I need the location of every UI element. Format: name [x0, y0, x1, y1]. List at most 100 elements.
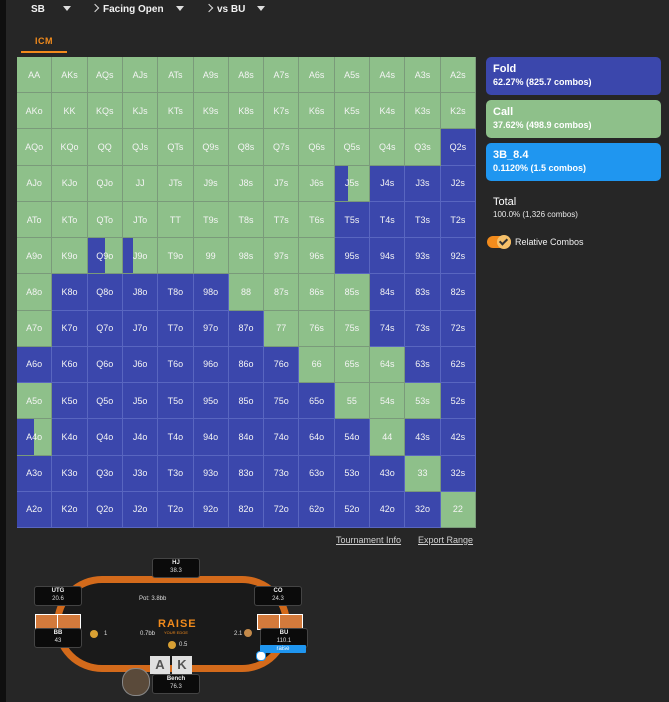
- hand-cell[interactable]: K9o: [52, 238, 88, 275]
- seat-bb[interactable]: BB 43: [34, 628, 82, 648]
- hand-cell[interactable]: K6o: [52, 346, 88, 384]
- hand-cell[interactable]: 99: [193, 238, 229, 275]
- hand-cell[interactable]: J4o: [122, 419, 159, 456]
- hand-cell[interactable]: Q9o: [87, 238, 123, 275]
- relative-combos-toggle[interactable]: [487, 235, 511, 249]
- hand-cell[interactable]: Q2o: [87, 491, 123, 528]
- seat-co[interactable]: CO 24.3: [254, 586, 302, 606]
- tab-icm[interactable]: ICM: [19, 31, 69, 53]
- hand-cell[interactable]: KQs: [87, 93, 123, 130]
- hand-cell[interactable]: J7s: [264, 165, 300, 202]
- hand-cell[interactable]: ATs: [158, 57, 194, 94]
- hand-cell[interactable]: 93s: [405, 238, 441, 275]
- hand-cell[interactable]: 85s: [334, 274, 371, 311]
- hand-cell[interactable]: 76s: [299, 310, 335, 347]
- hand-cell[interactable]: 86s: [299, 274, 335, 311]
- hand-cell[interactable]: K6s: [299, 93, 335, 130]
- hand-cell[interactable]: 86o: [228, 346, 265, 384]
- hand-cell[interactable]: AKs: [52, 57, 88, 94]
- hand-cell[interactable]: 75s: [334, 310, 371, 347]
- hand-cell[interactable]: KK: [52, 93, 88, 130]
- hand-cell[interactable]: 94o: [193, 419, 229, 456]
- hand-cell[interactable]: QJo: [87, 165, 123, 202]
- hand-cell[interactable]: ATo: [17, 201, 53, 239]
- hand-cell[interactable]: Q4s: [370, 129, 406, 166]
- position-dropdown[interactable]: SB: [31, 4, 71, 15]
- hand-cell[interactable]: J2s: [440, 165, 476, 202]
- hand-cell[interactable]: 32s: [440, 455, 476, 492]
- hand-cell[interactable]: T7s: [264, 201, 300, 239]
- hand-cell[interactable]: 63o: [299, 455, 335, 492]
- hand-cell[interactable]: 65o: [299, 383, 335, 420]
- hand-cell[interactable]: 92s: [440, 238, 476, 275]
- hand-cell[interactable]: J2o: [122, 491, 159, 528]
- hand-cell[interactable]: Q8o: [87, 274, 123, 311]
- hand-cell[interactable]: 75o: [264, 383, 300, 420]
- hand-cell[interactable]: K8s: [228, 93, 265, 130]
- hand-cell[interactable]: 62o: [299, 491, 335, 528]
- hand-cell[interactable]: AA: [17, 57, 53, 94]
- hand-cell[interactable]: AKo: [17, 93, 53, 130]
- hand-cell[interactable]: T2o: [158, 491, 194, 528]
- hand-cell[interactable]: K7o: [52, 310, 88, 347]
- hand-cell[interactable]: A4s: [370, 57, 406, 94]
- export-range-link[interactable]: Export Range: [418, 535, 473, 545]
- hand-cell[interactable]: 74s: [370, 310, 406, 347]
- hand-cell[interactable]: 98s: [228, 238, 265, 275]
- hand-cell[interactable]: A9s: [193, 57, 229, 94]
- hand-cell[interactable]: A6s: [299, 57, 335, 94]
- seat-utg[interactable]: UTG 20.6: [34, 586, 82, 606]
- hand-cell[interactable]: T6s: [299, 201, 335, 239]
- hand-cell[interactable]: Q2s: [440, 129, 476, 166]
- hand-cell[interactable]: A3s: [405, 57, 441, 94]
- hand-cell[interactable]: 52o: [334, 491, 371, 528]
- hand-cell[interactable]: KJo: [52, 165, 88, 202]
- hand-cell[interactable]: A6o: [17, 346, 53, 384]
- hand-cell[interactable]: 97s: [264, 238, 300, 275]
- hand-cell[interactable]: 77: [264, 310, 300, 347]
- hand-cell[interactable]: 43o: [370, 455, 406, 492]
- hand-cell[interactable]: 84o: [228, 419, 265, 456]
- hand-cell[interactable]: 96s: [299, 238, 335, 275]
- hand-cell[interactable]: K5o: [52, 383, 88, 420]
- hand-cell[interactable]: J5o: [122, 383, 159, 420]
- hand-cell[interactable]: J8o: [122, 274, 159, 311]
- hand-cell[interactable]: J5s: [334, 165, 371, 202]
- hand-cell[interactable]: J9o: [122, 238, 159, 275]
- hand-cell[interactable]: J9s: [193, 165, 229, 202]
- hand-cell[interactable]: T3s: [405, 201, 441, 239]
- hand-cell[interactable]: K2o: [52, 491, 88, 528]
- hand-cell[interactable]: JTs: [158, 165, 194, 202]
- hand-cell[interactable]: KTs: [158, 93, 194, 130]
- hand-cell[interactable]: 44: [370, 419, 406, 456]
- hand-cell[interactable]: A3o: [17, 455, 53, 492]
- hand-cell[interactable]: 83o: [228, 455, 265, 492]
- hand-cell[interactable]: 43s: [405, 419, 441, 456]
- hand-cell[interactable]: T2s: [440, 201, 476, 239]
- hand-cell[interactable]: J6o: [122, 346, 159, 384]
- hand-cell[interactable]: 64o: [299, 419, 335, 456]
- hand-cell[interactable]: Q8s: [228, 129, 265, 166]
- hand-cell[interactable]: KQo: [52, 129, 88, 166]
- seat-hj[interactable]: HJ 38.3: [152, 558, 200, 578]
- hand-cell[interactable]: 95s: [334, 238, 371, 275]
- hand-cell[interactable]: Q5o: [87, 383, 123, 420]
- hand-cell[interactable]: 95o: [193, 383, 229, 420]
- hand-cell[interactable]: 62s: [440, 346, 476, 384]
- hand-cell[interactable]: 83s: [405, 274, 441, 311]
- hand-cell[interactable]: 97o: [193, 310, 229, 347]
- hand-cell[interactable]: T9s: [193, 201, 229, 239]
- hand-cell[interactable]: Q3s: [405, 129, 441, 166]
- hand-cell[interactable]: AQs: [87, 57, 123, 94]
- hand-cell[interactable]: QTs: [158, 129, 194, 166]
- hand-cell[interactable]: 76o: [264, 346, 300, 384]
- hand-cell[interactable]: K3o: [52, 455, 88, 492]
- hand-cell[interactable]: 72o: [264, 491, 300, 528]
- action-call[interactable]: Call 37.62% (498.9 combos): [486, 100, 661, 138]
- hand-cell[interactable]: Q9s: [193, 129, 229, 166]
- hand-cell[interactable]: 73o: [264, 455, 300, 492]
- hand-cell[interactable]: 74o: [264, 419, 300, 456]
- hand-cell[interactable]: Q7o: [87, 310, 123, 347]
- hand-cell[interactable]: AJs: [122, 57, 159, 94]
- hand-cell[interactable]: 64s: [370, 346, 406, 384]
